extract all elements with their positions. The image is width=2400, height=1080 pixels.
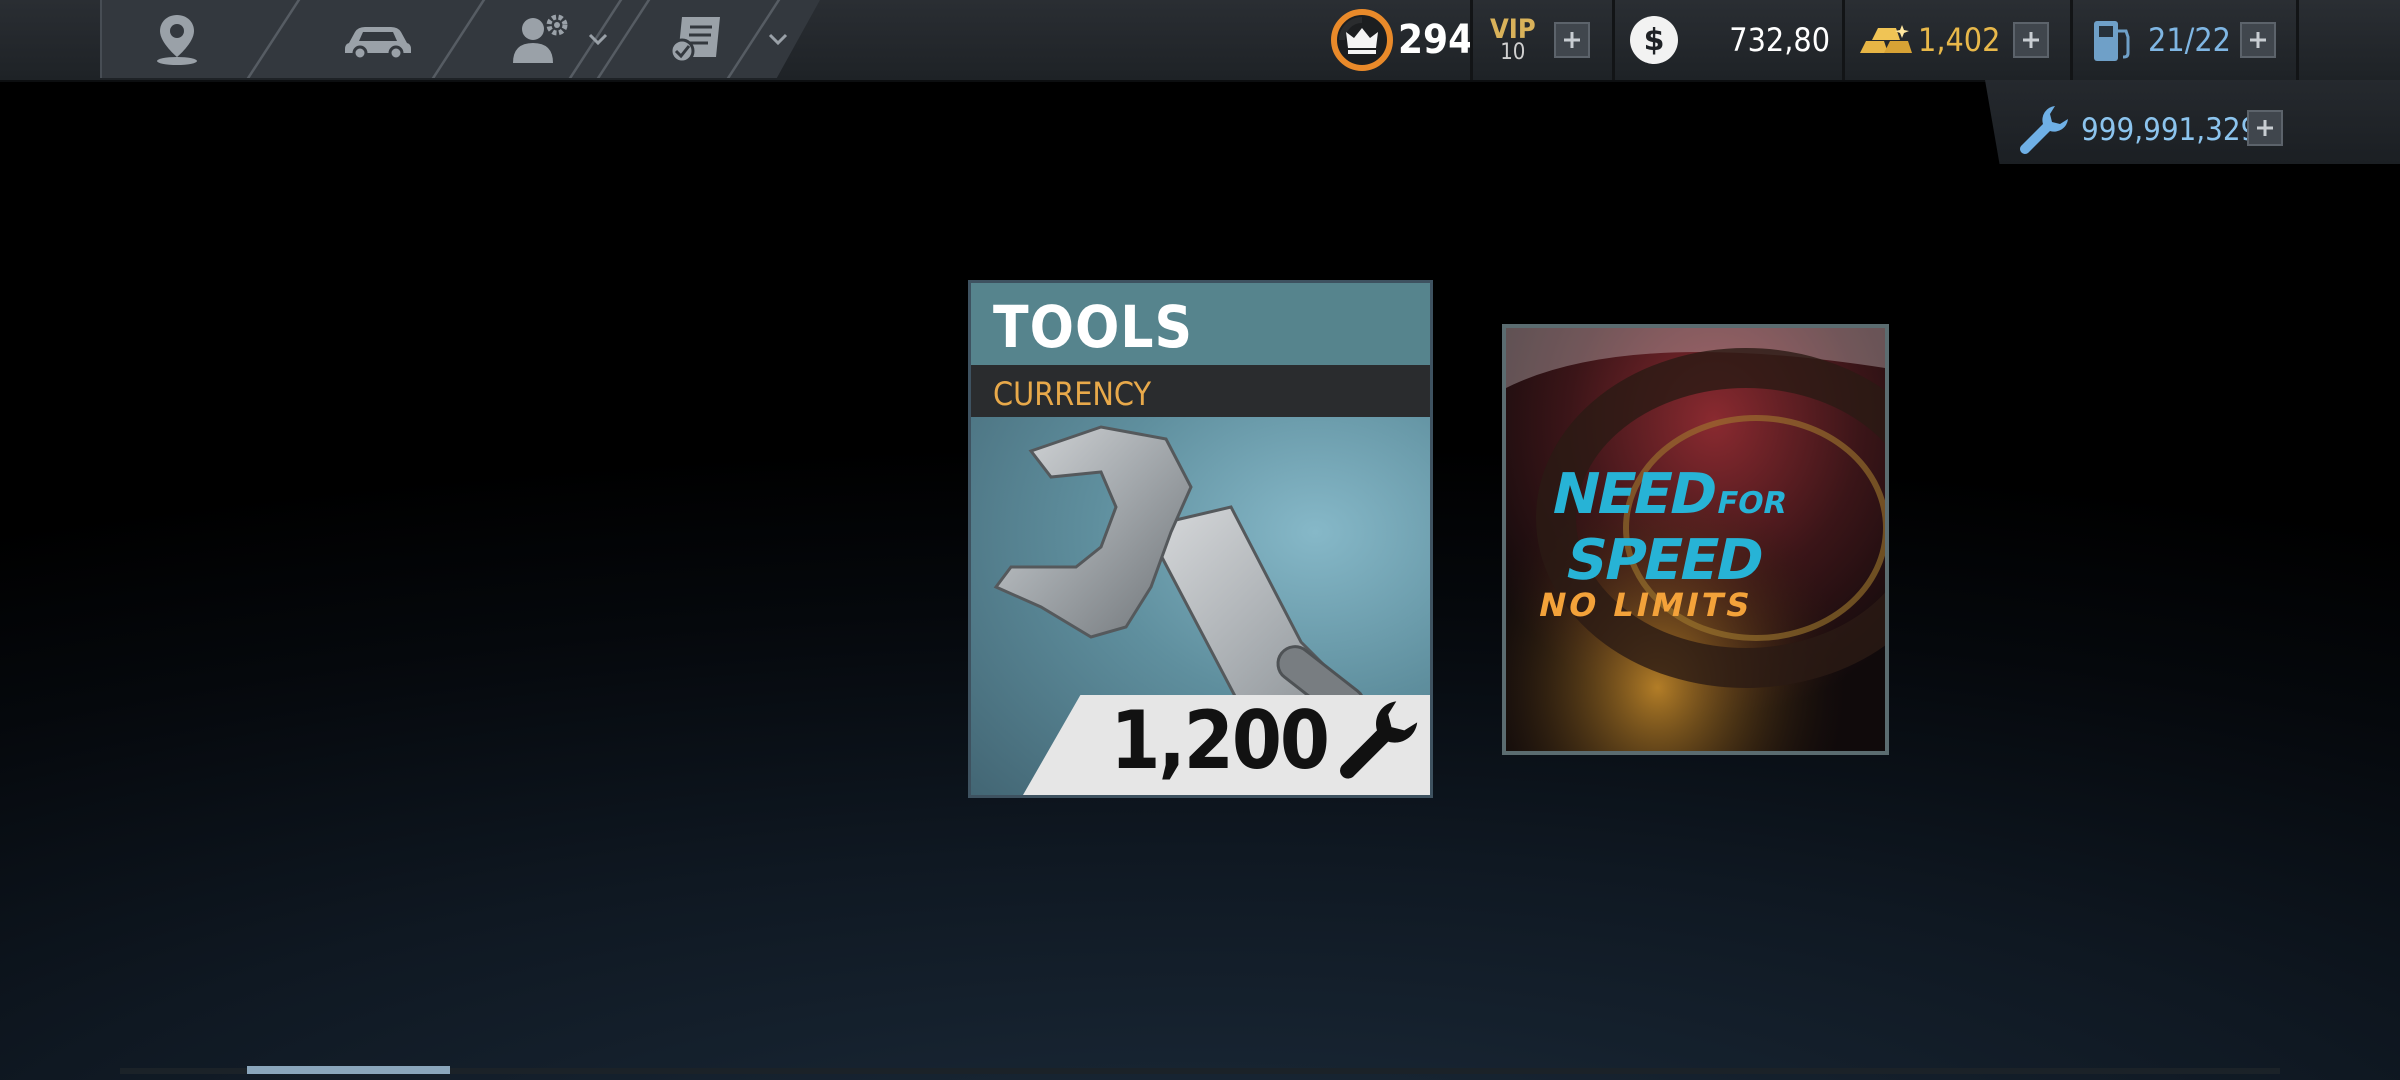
plus-icon [2257,120,2273,136]
stat-divider [1612,0,1615,80]
checklist-icon [669,17,720,64]
gold-value: 1,402 [1918,21,2001,59]
scroll-thumb[interactable] [247,1066,450,1074]
svg-text:$: $ [1644,23,1665,58]
fuel-pump-icon [2094,21,2130,61]
logo-line-need: NEED [1545,462,1722,527]
plus-icon [2250,32,2266,48]
card-subtitle-row: CURRENCY [971,365,1430,417]
fuel-value: 21/22 [2148,21,2231,59]
card-subtitle: CURRENCY [993,375,1152,413]
card-title-row: TOOLS [971,283,1430,365]
vip-badge[interactable]: VIP 10 [1490,0,1536,80]
map-tab[interactable] [102,0,252,78]
stat-divider [1842,0,1845,80]
gold-display[interactable]: 1,402 [1858,0,2000,80]
fuel-add-button[interactable] [2240,22,2276,58]
tools-currency-card[interactable]: TOOLS CURRENCY 1,200 [968,280,1433,798]
top-bar: 294 VIP 10 $ 732,80 1,402 21/22 [0,0,2400,82]
card-title: TOOLS [993,293,1194,361]
rank-display[interactable]: 294 [1330,0,1473,80]
gold-add-button[interactable] [2013,22,2049,58]
fuel-display[interactable]: 21/22 [2090,0,2231,80]
cash-amount: 732,80 [1700,0,1830,80]
tools-add-button[interactable] [2247,110,2283,146]
plus-icon [2023,32,2039,48]
chevron-down-icon[interactable] [767,28,789,50]
nfs-logo: NEED FOR SPEED NO LIMITS [1526,462,1885,624]
logo-line-speed: SPEED [1559,528,1769,593]
dollar-coin-icon: $ [1630,16,1678,64]
stat-divider [1470,0,1473,80]
plus-icon [1564,32,1580,48]
car-icon [344,27,411,59]
wrench-icon [1340,701,1418,779]
tools-balance[interactable]: 999,991,329 [2015,88,2258,172]
tools-balance-value: 999,991,329 [2081,112,2259,148]
chevron-down-icon[interactable] [587,28,609,50]
wrench-icon [2020,106,2068,154]
cash-display[interactable]: $ [1628,0,1680,80]
price-value: 1,200 [1110,694,1330,787]
rank-value: 294 [1398,17,1474,63]
cash-value: 732,80 [1729,21,1830,59]
gold-bars-icon [1860,25,1912,53]
nav-tabs [100,0,820,78]
vip-add-button[interactable] [1554,22,1590,58]
logo-line-nolimits: NO LIMITS [1535,586,1757,624]
stat-divider [2296,0,2299,80]
map-pin-icon [157,15,197,65]
vip-level: 10 [1500,40,1526,65]
user-settings-icon [513,14,568,63]
nfs-promo-card[interactable]: NEED FOR SPEED NO LIMITS [1502,324,1889,755]
crown-icon [1331,9,1393,71]
stat-divider [2070,0,2073,80]
logo-line-for: FOR [1713,486,1791,521]
